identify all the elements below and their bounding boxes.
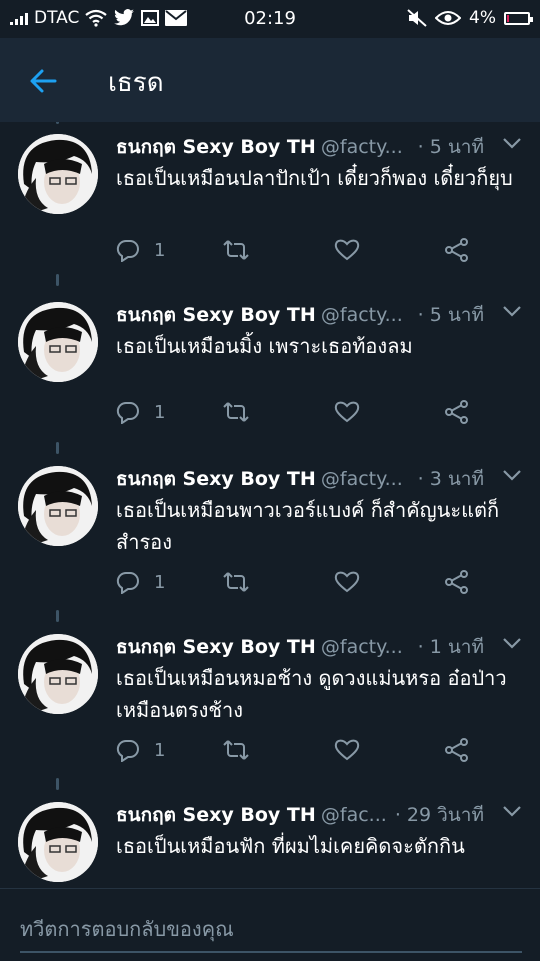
tweet[interactable]: ธนกฤต Sexy Boy TH @facty... · 5 นาที เธอ…	[0, 122, 540, 284]
retweet-button[interactable]	[222, 238, 250, 262]
tweet[interactable]: ธนกฤต Sexy Boy TH @fac... · 29 วินาที เธ…	[0, 778, 540, 888]
chevron-down-icon[interactable]	[502, 636, 522, 650]
timestamp: · 29 วินาที	[390, 800, 484, 830]
chevron-down-icon[interactable]	[502, 804, 522, 818]
avatar[interactable]	[18, 466, 98, 546]
thread-line	[56, 122, 59, 124]
reply-icon	[116, 239, 139, 262]
input-underline	[20, 951, 522, 953]
share-icon	[445, 738, 468, 762]
user-handle[interactable]: @facty...	[321, 304, 403, 326]
battery-icon	[504, 11, 533, 25]
share-icon	[445, 238, 468, 262]
back-arrow-icon[interactable]	[28, 66, 58, 96]
reply-button[interactable]: 1	[116, 738, 165, 762]
timestamp: · 1 นาที	[413, 632, 484, 662]
tweet-actions: 1	[116, 570, 516, 598]
display-name[interactable]: ธนกฤต Sexy Boy TH	[116, 136, 316, 158]
reply-button[interactable]: 1	[116, 570, 165, 594]
user-handle[interactable]: @facty...	[321, 136, 403, 158]
tweet-text: เธอเป็นเหมือนพาวเวอร์แบงค์ ก็สำคัญนะแต่ก…	[116, 498, 500, 554]
avatar[interactable]	[18, 134, 98, 214]
share-button[interactable]	[444, 738, 470, 762]
thread-line	[56, 610, 59, 622]
heart-icon	[334, 739, 360, 761]
battery-percent: 4%	[469, 8, 496, 28]
tweet-header: ธนกฤต Sexy Boy TH @facty... · 5 นาที	[116, 300, 522, 330]
page-title: เธรด	[108, 68, 164, 98]
tweet-text: เธอเป็นเหมือนปลาปักเป้า เดี๋ยวก็พอง เดี๋…	[116, 166, 513, 190]
mute-icon	[407, 9, 427, 27]
avatar[interactable]	[18, 634, 98, 714]
user-handle[interactable]: @facty...	[321, 636, 403, 658]
tweet-header: ธนกฤต Sexy Boy TH @facty... · 5 นาที	[116, 132, 522, 162]
share-icon	[445, 400, 468, 424]
share-icon	[445, 570, 468, 594]
avatar[interactable]	[18, 802, 98, 882]
reply-input[interactable]: ทวีตการตอบกลับของคุณ	[20, 913, 234, 945]
app-bar: เธรด	[0, 38, 540, 122]
reply-composer[interactable]: ทวีตการตอบกลับของคุณ	[0, 888, 540, 961]
display-name[interactable]: ธนกฤต Sexy Boy TH	[116, 804, 316, 826]
reply-count: 1	[154, 571, 166, 593]
retweet-button[interactable]	[222, 400, 250, 424]
thread-line	[56, 442, 59, 454]
retweet-button[interactable]	[222, 570, 250, 594]
thread-line	[56, 778, 59, 790]
thread-feed[interactable]: ธนกฤต Sexy Boy TH @facty... · 5 นาที เธอ…	[0, 122, 540, 888]
timestamp: · 5 นาที	[413, 132, 484, 162]
like-button[interactable]	[334, 738, 360, 762]
tweet-text: เธอเป็นเหมือนมิ้ง เพราะเธอท้องลม	[116, 334, 413, 358]
like-button[interactable]	[334, 400, 360, 424]
eye-icon	[435, 11, 462, 25]
display-name[interactable]: ธนกฤต Sexy Boy TH	[116, 636, 316, 658]
tweet-actions: 1	[116, 400, 516, 428]
tweet-header: ธนกฤต Sexy Boy TH @fac... · 29 วินาที	[116, 800, 522, 830]
status-bar: DTAC 02:19 4%	[0, 0, 540, 38]
chevron-down-icon[interactable]	[502, 468, 522, 482]
display-name[interactable]: ธนกฤต Sexy Boy TH	[116, 468, 316, 490]
tweet-text: เธอเป็นเหมือนหมอช้าง ดูดวงแม่นหรอ อ๋อป่า…	[116, 666, 507, 722]
reply-button[interactable]: 1	[116, 238, 165, 262]
tweet-actions: 1	[116, 238, 516, 266]
user-handle[interactable]: @facty...	[321, 468, 403, 490]
tweet-header: ธนกฤต Sexy Boy TH @facty... · 1 นาที	[116, 632, 522, 662]
share-button[interactable]	[444, 400, 470, 424]
retweet-button[interactable]	[222, 738, 250, 762]
reply-button[interactable]: 1	[116, 400, 165, 424]
share-button[interactable]	[444, 570, 470, 594]
thread-line	[56, 274, 59, 286]
share-button[interactable]	[444, 238, 470, 262]
like-button[interactable]	[334, 238, 360, 262]
user-handle[interactable]: @fac...	[321, 804, 387, 826]
retweet-icon	[223, 240, 249, 260]
tweet-actions: 1	[116, 738, 516, 766]
reply-icon	[116, 739, 139, 762]
heart-icon	[334, 239, 360, 261]
timestamp: · 5 นาที	[413, 300, 484, 330]
avatar[interactable]	[18, 302, 98, 382]
display-name[interactable]: ธนกฤต Sexy Boy TH	[116, 304, 316, 326]
tweet[interactable]: ธนกฤต Sexy Boy TH @facty... · 1 นาที เธอ…	[0, 610, 540, 788]
tweet[interactable]: ธนกฤต Sexy Boy TH @facty... · 3 นาที เธอ…	[0, 442, 540, 620]
timestamp: · 3 นาที	[413, 464, 484, 494]
retweet-icon	[223, 572, 249, 592]
reply-count: 1	[154, 739, 166, 761]
tweet-header: ธนกฤต Sexy Boy TH @facty... · 3 นาที	[116, 464, 522, 494]
tweet[interactable]: ธนกฤต Sexy Boy TH @facty... · 5 นาที เธอ…	[0, 274, 540, 452]
tweet-text: เธอเป็นเหมือนฟัก ที่ผมไม่เคยคิดจะตักกิน	[116, 834, 465, 858]
reply-count: 1	[154, 239, 166, 261]
retweet-icon	[223, 740, 249, 760]
reply-icon	[116, 571, 139, 594]
heart-icon	[334, 571, 360, 593]
chevron-down-icon[interactable]	[502, 304, 522, 318]
reply-icon	[116, 401, 139, 424]
reply-count: 1	[154, 401, 166, 423]
heart-icon	[334, 401, 360, 423]
chevron-down-icon[interactable]	[502, 136, 522, 150]
like-button[interactable]	[334, 570, 360, 594]
retweet-icon	[223, 402, 249, 422]
